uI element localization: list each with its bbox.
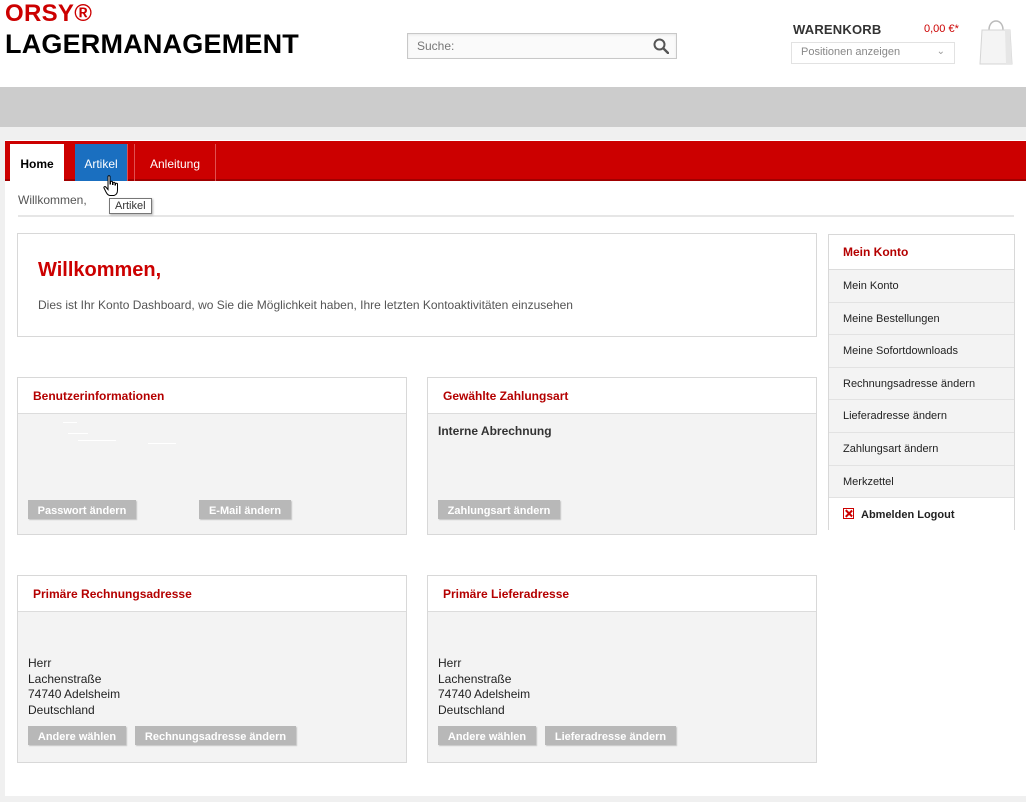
- search-box: [407, 33, 677, 59]
- panel-title: Primäre Lieferadresse: [428, 576, 816, 612]
- cart-positions-select[interactable]: Positionen anzeigen ⌄: [791, 42, 955, 64]
- redacted-mark: [148, 443, 176, 444]
- sidebar-item-zahlungsart[interactable]: Zahlungsart ändern: [829, 432, 1014, 466]
- address-salutation: Herr: [438, 656, 462, 670]
- redacted-mark: [63, 422, 77, 423]
- logo-line1[interactable]: ORSY®: [5, 0, 92, 28]
- welcome-text: Dies ist Ihr Konto Dashboard, wo Sie die…: [38, 298, 573, 312]
- chevron-down-icon: ⌄: [936, 46, 945, 57]
- header-gray-bar: [0, 87, 1026, 127]
- panel-lieferadresse: Primäre Lieferadresse Herr Lachenstraße …: [427, 575, 817, 763]
- panel-rechnungsadresse: Primäre Rechnungsadresse Herr Lachenstra…: [17, 575, 407, 763]
- logo-line2[interactable]: LAGERMANAGEMENT: [5, 29, 299, 60]
- sidebar-item-rechnungsadresse[interactable]: Rechnungsadresse ändern: [829, 367, 1014, 401]
- sidebar-item-bestellungen[interactable]: Meine Bestellungen: [829, 302, 1014, 336]
- redacted-mark: [68, 433, 88, 434]
- welcome-box: Willkommen, Dies ist Ihr Konto Dashboard…: [17, 233, 817, 337]
- cart-total: 0,00 €*: [924, 23, 959, 35]
- billing-address: Herr Lachenstraße 74740 Adelsheim Deutsc…: [28, 656, 120, 718]
- main-container: Home Artikel Anleitung Willkommen, Willk…: [5, 140, 1026, 796]
- change-email-button[interactable]: E-Mail ändern: [199, 500, 291, 519]
- account-sidebar: Mein Konto Mein Konto Meine Bestellungen…: [828, 234, 1015, 531]
- welcome-title: Willkommen,: [38, 259, 162, 281]
- tooltip: Artikel: [109, 198, 152, 214]
- main-nav: Home Artikel Anleitung: [5, 141, 1026, 181]
- choose-shipping-button[interactable]: Andere wählen: [438, 726, 536, 745]
- address-country: Deutschland: [28, 702, 95, 717]
- logout-icon: [843, 508, 854, 520]
- cart-title[interactable]: WARENKORB: [793, 22, 881, 37]
- panel-benutzerinformationen: Benutzerinformationen Passwort ändern E-…: [17, 377, 407, 535]
- search-icon[interactable]: [653, 38, 669, 54]
- search-input[interactable]: [408, 34, 638, 58]
- address-street: Lachenstraße: [438, 671, 512, 686]
- change-billing-button[interactable]: Rechnungsadresse ändern: [135, 726, 296, 745]
- breadcrumb-divider: [18, 215, 1014, 217]
- address-country: Deutschland: [438, 702, 505, 717]
- sidebar-item-lieferadresse[interactable]: Lieferadresse ändern: [829, 400, 1014, 433]
- choose-billing-button[interactable]: Andere wählen: [28, 726, 126, 745]
- sidebar-item-sofortdownloads[interactable]: Meine Sofortdownloads: [829, 335, 1014, 368]
- panel-title: Gewählte Zahlungsart: [428, 378, 816, 414]
- address-city: 74740 Adelsheim: [28, 687, 121, 701]
- panel-zahlungsart: Gewählte Zahlungsart Interne Abrechnung …: [427, 377, 817, 535]
- logout-label: Abmelden Logout: [861, 509, 955, 522]
- payment-method-value: Interne Abrechnung: [438, 424, 552, 438]
- panel-title: Primäre Rechnungsadresse: [18, 576, 406, 612]
- change-password-button[interactable]: Passwort ändern: [28, 500, 136, 519]
- header: ORSY® LAGERMANAGEMENT WARENKORB 0,00 €* …: [0, 0, 1026, 88]
- breadcrumb: Willkommen,: [18, 193, 87, 207]
- sidebar-item-merkzettel[interactable]: Merkzettel: [829, 465, 1014, 499]
- hand-cursor-icon: [103, 175, 118, 196]
- panel-title: Benutzerinformationen: [18, 378, 406, 414]
- address-salutation: Herr: [28, 656, 52, 670]
- sidebar-title: Mein Konto: [829, 235, 1014, 270]
- tab-home[interactable]: Home: [10, 144, 64, 181]
- sidebar-item-mein-konto[interactable]: Mein Konto: [829, 270, 1014, 303]
- address-street: Lachenstraße: [28, 671, 102, 686]
- change-payment-button[interactable]: Zahlungsart ändern: [438, 500, 560, 519]
- shipping-address: Herr Lachenstraße 74740 Adelsheim Deutsc…: [438, 656, 530, 718]
- tab-anleitung[interactable]: Anleitung: [134, 144, 216, 181]
- cart-select-label: Positionen anzeigen: [801, 46, 901, 58]
- sidebar-item-logout[interactable]: Abmelden Logout: [829, 498, 1014, 531]
- address-city: 74740 Adelsheim: [438, 687, 531, 701]
- shopping-bag-icon[interactable]: [978, 14, 1014, 66]
- change-shipping-button[interactable]: Lieferadresse ändern: [545, 726, 676, 745]
- redacted-mark: [78, 440, 116, 441]
